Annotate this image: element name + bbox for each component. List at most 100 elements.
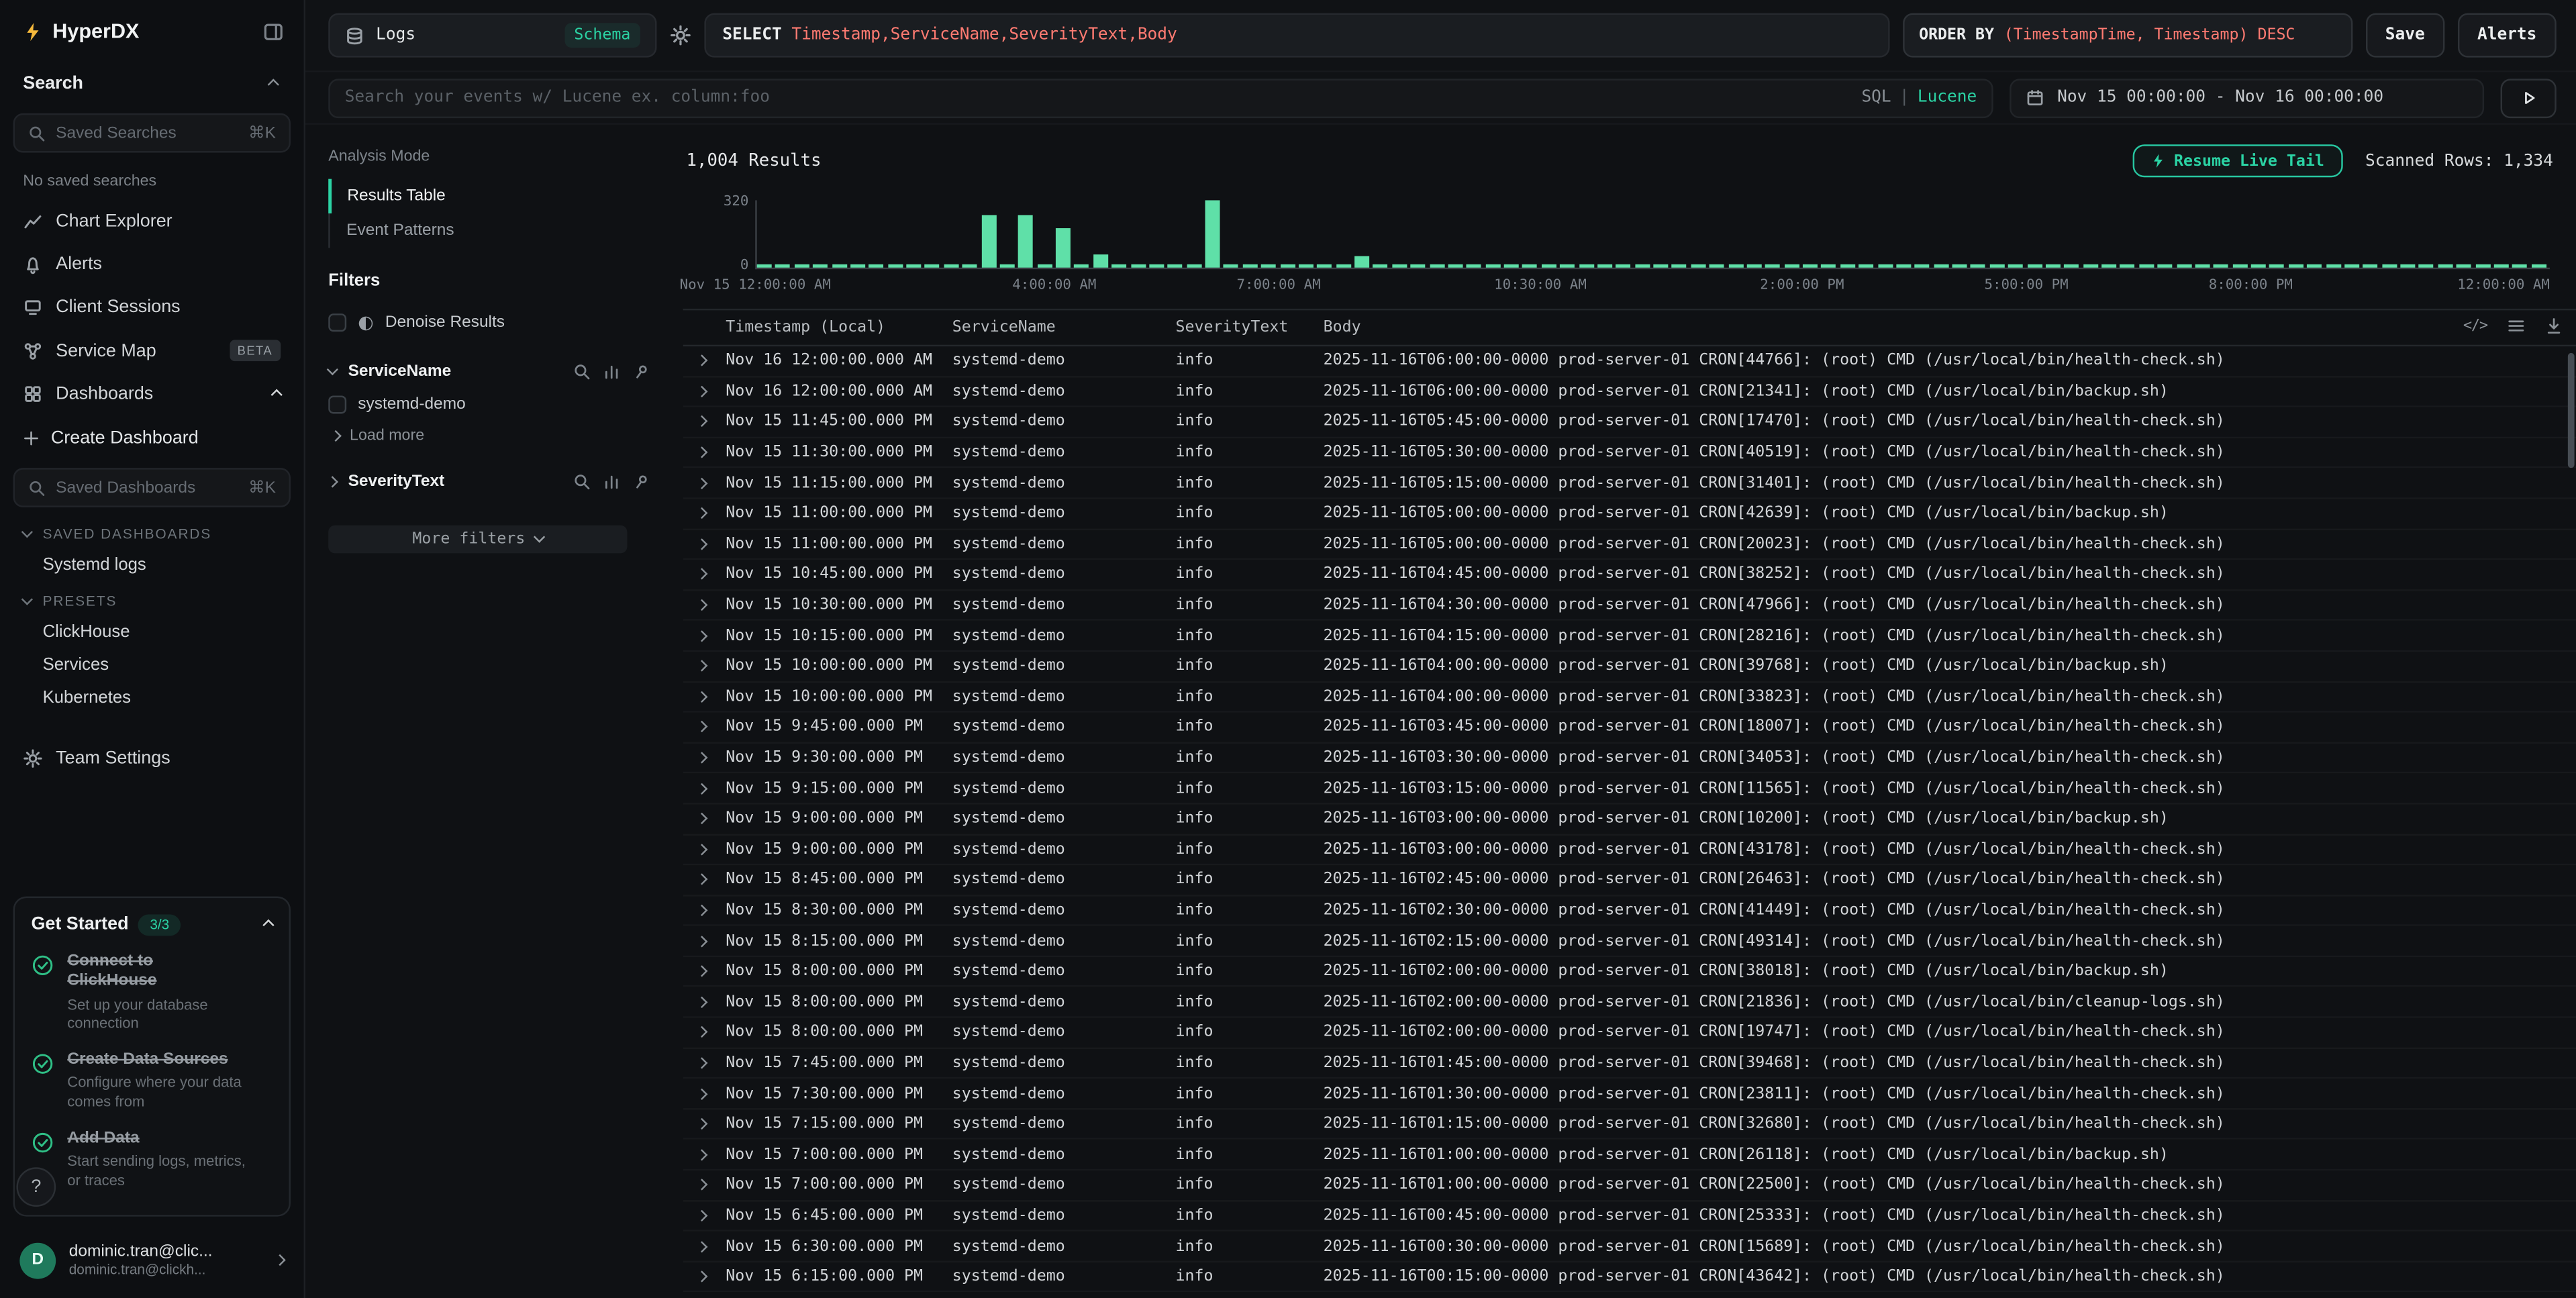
column-header-severitytext[interactable]: SeverityText bbox=[1175, 319, 1323, 337]
code-view-icon[interactable]: </> bbox=[2463, 317, 2487, 334]
row-expand-icon[interactable] bbox=[683, 352, 726, 370]
row-expand-icon[interactable] bbox=[683, 505, 726, 523]
row-expand-icon[interactable] bbox=[683, 870, 726, 889]
alerts-button[interactable]: Alerts bbox=[2458, 13, 2557, 58]
sidebar-item-kubernetes[interactable]: Kubernetes bbox=[0, 681, 304, 714]
row-expand-icon[interactable] bbox=[683, 1054, 726, 1072]
sidebar-collapse-icon[interactable] bbox=[262, 21, 284, 42]
histogram-plot[interactable]: 320 0 bbox=[755, 200, 2550, 269]
table-scrollbar[interactable] bbox=[2568, 353, 2575, 468]
filter-value-systemd-demo[interactable]: systemd-demo bbox=[328, 389, 650, 420]
table-row[interactable]: Nov 15 7:45:00.000 PMsystemd-demoinfo202… bbox=[683, 1048, 2576, 1079]
table-row[interactable]: Nov 15 11:45:00.000 PMsystemd-demoinfo20… bbox=[683, 407, 2576, 438]
event-search-input[interactable] bbox=[345, 89, 1848, 107]
table-row[interactable]: Nov 15 8:45:00.000 PMsystemd-demoinfo202… bbox=[683, 865, 2576, 895]
chevron-up-icon[interactable] bbox=[262, 919, 274, 930]
table-row[interactable]: Nov 15 9:30:00.000 PMsystemd-demoinfo202… bbox=[683, 743, 2576, 773]
table-row[interactable]: Nov 15 9:15:00.000 PMsystemd-demoinfo202… bbox=[683, 774, 2576, 804]
sidebar-item-services[interactable]: Services bbox=[0, 648, 304, 681]
table-row[interactable]: Nov 15 7:00:00.000 PMsystemd-demoinfo202… bbox=[683, 1170, 2576, 1201]
table-row[interactable]: Nov 15 6:45:00.000 PMsystemd-demoinfo202… bbox=[683, 1201, 2576, 1232]
saved-dashboards-input[interactable]: Saved Dashboards ⌘K bbox=[13, 468, 291, 507]
row-expand-icon[interactable] bbox=[683, 444, 726, 462]
sidebar-item-client-sessions[interactable]: Client Sessions bbox=[0, 286, 304, 329]
table-row[interactable]: Nov 15 9:45:00.000 PMsystemd-demoinfo202… bbox=[683, 713, 2576, 743]
column-header-timestamp[interactable]: Timestamp (Local) bbox=[726, 319, 952, 337]
row-expand-icon[interactable] bbox=[683, 596, 726, 614]
table-row[interactable]: Nov 15 10:00:00.000 PMsystemd-demoinfo20… bbox=[683, 652, 2576, 682]
table-row[interactable]: Nov 15 10:00:00.000 PMsystemd-demoinfo20… bbox=[683, 682, 2576, 712]
table-row[interactable]: Nov 15 7:30:00.000 PMsystemd-demoinfo202… bbox=[683, 1079, 2576, 1109]
event-search-box[interactable]: SQL|Lucene bbox=[328, 78, 1993, 117]
tab-event-patterns[interactable]: Event Patterns bbox=[330, 213, 650, 248]
table-row[interactable]: Nov 15 10:15:00.000 PMsystemd-demoinfo20… bbox=[683, 621, 2576, 652]
filter-value-checkbox[interactable] bbox=[328, 396, 346, 414]
resume-live-tail-button[interactable]: Resume Live Tail bbox=[2133, 144, 2342, 177]
denoise-checkbox[interactable] bbox=[328, 313, 346, 332]
date-range-picker[interactable]: Nov 15 00:00:00 - Nov 16 00:00:00 bbox=[2010, 78, 2484, 117]
get-started-item[interactable]: Connect to ClickHouse Set up your databa… bbox=[31, 952, 273, 1034]
select-clause-input[interactable]: SELECT Timestamp,ServiceName,SeverityTex… bbox=[704, 13, 1889, 58]
row-expand-icon[interactable] bbox=[683, 1237, 726, 1255]
mode-sql-option[interactable]: SQL bbox=[1861, 89, 1891, 107]
table-row[interactable]: Nov 15 8:00:00.000 PMsystemd-demoinfo202… bbox=[683, 1018, 2576, 1048]
order-by-input[interactable]: ORDER BY (TimestampTime, Timestamp) DESC bbox=[1903, 13, 2352, 58]
download-icon[interactable] bbox=[2545, 317, 2563, 335]
denoise-results-row[interactable]: ◐ Denoise Results bbox=[328, 307, 650, 338]
table-row[interactable]: Nov 16 12:00:00.000 AMsystemd-demoinfo20… bbox=[683, 346, 2576, 377]
user-menu[interactable]: D dominic.tran@clic... dominic.tran@clic… bbox=[0, 1229, 304, 1298]
row-expand-icon[interactable] bbox=[683, 566, 726, 584]
sidebar-item-systemd-logs[interactable]: Systemd logs bbox=[0, 548, 304, 581]
pin-icon[interactable] bbox=[629, 469, 654, 494]
row-expand-icon[interactable] bbox=[683, 779, 726, 797]
sidebar-item-alerts[interactable]: Alerts bbox=[0, 243, 304, 286]
row-expand-icon[interactable] bbox=[683, 1176, 726, 1194]
table-row[interactable]: Nov 15 6:15:00.000 PMsystemd-demoinfo202… bbox=[683, 1262, 2576, 1293]
sidebar-item-service-map[interactable]: Service Map BETA bbox=[0, 328, 304, 372]
tab-results-table[interactable]: Results Table bbox=[328, 179, 650, 213]
filter-group-header[interactable]: ServiceName bbox=[328, 354, 650, 389]
row-expand-icon[interactable] bbox=[683, 657, 726, 675]
table-row[interactable]: Nov 15 8:15:00.000 PMsystemd-demoinfo202… bbox=[683, 926, 2576, 956]
table-row[interactable]: Nov 15 11:00:00.000 PMsystemd-demoinfo20… bbox=[683, 530, 2576, 560]
row-expand-icon[interactable] bbox=[683, 749, 726, 767]
row-expand-icon[interactable] bbox=[683, 627, 726, 645]
help-button[interactable]: ? bbox=[16, 1166, 56, 1206]
table-row[interactable]: Nov 15 9:00:00.000 PMsystemd-demoinfo202… bbox=[683, 835, 2576, 865]
sidebar-section-search[interactable]: Search bbox=[0, 59, 304, 107]
table-row[interactable]: Nov 15 6:30:00.000 PMsystemd-demoinfo202… bbox=[683, 1232, 2576, 1262]
row-expand-icon[interactable] bbox=[683, 383, 726, 401]
query-language-toggle[interactable]: SQL|Lucene bbox=[1861, 89, 1977, 107]
table-row[interactable]: Nov 16 12:00:00.000 AMsystemd-demoinfo20… bbox=[683, 377, 2576, 407]
bar-chart-icon[interactable] bbox=[603, 473, 621, 491]
row-expand-icon[interactable] bbox=[683, 688, 726, 706]
table-row[interactable]: Nov 15 11:30:00.000 PMsystemd-demoinfo20… bbox=[683, 438, 2576, 468]
column-header-body[interactable]: Body bbox=[1324, 319, 2576, 337]
table-row[interactable]: Nov 15 8:30:00.000 PMsystemd-demoinfo202… bbox=[683, 896, 2576, 926]
column-header-servicename[interactable]: ServiceName bbox=[952, 319, 1176, 337]
row-expand-icon[interactable] bbox=[683, 535, 726, 553]
table-row[interactable]: Nov 15 8:00:00.000 PMsystemd-demoinfo202… bbox=[683, 987, 2576, 1017]
row-expand-icon[interactable] bbox=[683, 413, 726, 431]
row-expand-icon[interactable] bbox=[683, 1146, 726, 1164]
bar-chart-icon[interactable] bbox=[603, 363, 621, 381]
load-more-button[interactable]: Load more bbox=[328, 420, 650, 448]
row-expand-icon[interactable] bbox=[683, 993, 726, 1011]
mode-lucene-option[interactable]: Lucene bbox=[1918, 89, 1977, 107]
row-expand-icon[interactable] bbox=[683, 1085, 726, 1103]
row-expand-icon[interactable] bbox=[683, 1268, 726, 1286]
source-selector[interactable]: Logs Schema bbox=[328, 13, 656, 58]
create-dashboard-button[interactable]: Create Dashboard bbox=[0, 415, 304, 461]
row-expand-icon[interactable] bbox=[683, 932, 726, 950]
row-expand-icon[interactable] bbox=[683, 840, 726, 858]
table-row[interactable]: Nov 15 8:00:00.000 PMsystemd-demoinfo202… bbox=[683, 957, 2576, 987]
sidebar-item-clickhouse[interactable]: ClickHouse bbox=[0, 615, 304, 648]
presets-group-header[interactable]: PRESETS bbox=[0, 581, 304, 615]
row-expand-icon[interactable] bbox=[683, 901, 726, 919]
row-expand-icon[interactable] bbox=[683, 718, 726, 736]
sidebar-item-chart-explorer[interactable]: Chart Explorer bbox=[0, 200, 304, 243]
more-filters-button[interactable]: More filters bbox=[328, 526, 627, 554]
pin-icon[interactable] bbox=[629, 359, 654, 384]
row-expand-icon[interactable] bbox=[683, 962, 726, 981]
row-density-icon[interactable] bbox=[2507, 317, 2525, 335]
